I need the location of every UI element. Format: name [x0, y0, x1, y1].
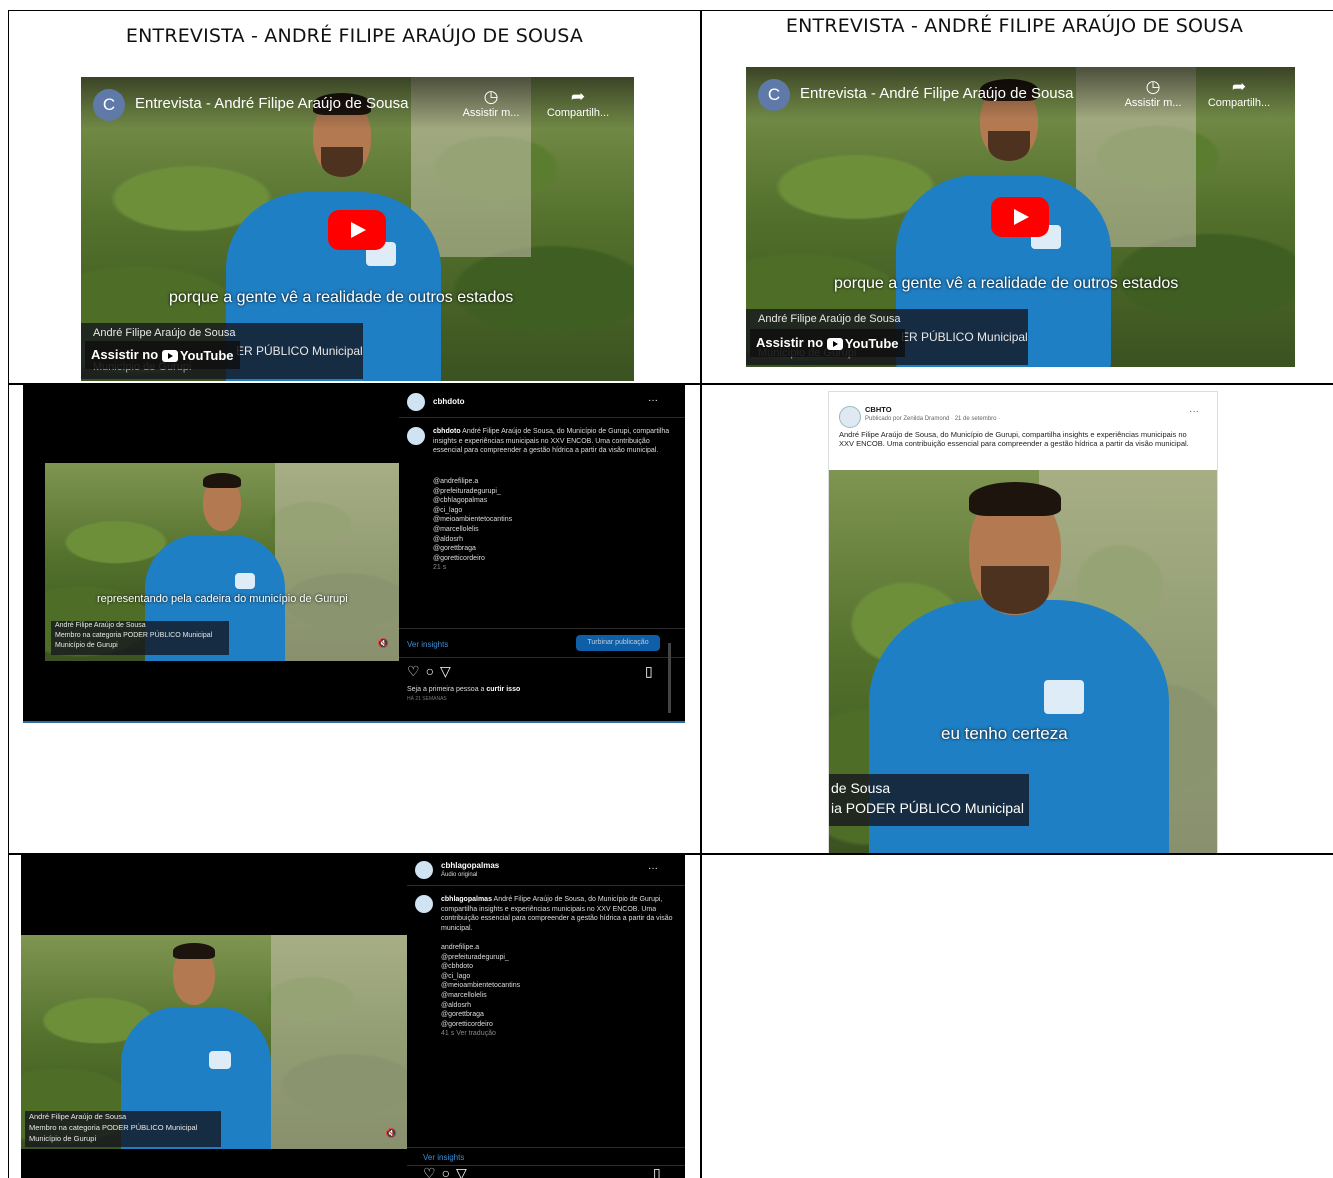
- watch-on-youtube-button[interactable]: Assistir no YouTube: [85, 341, 240, 369]
- tag-link[interactable]: @meioambientetocantins: [433, 515, 673, 525]
- youtube-player[interactable]: C Entrevista - André Filipe Araújo de So…: [81, 77, 634, 381]
- play-button[interactable]: [328, 210, 386, 250]
- action-icons: ♡○▽: [423, 1165, 473, 1178]
- likes-line: Seja a primeira pessoa a curtir isso: [407, 686, 521, 693]
- share-button[interactable]: ➦ Compartilh...: [1204, 77, 1274, 109]
- published-by: Publicado por Zenilda Dramond · 21 de se…: [865, 416, 1001, 422]
- translation-link[interactable]: Ver tradução: [456, 1030, 496, 1037]
- post-time: 21 s: [433, 564, 447, 572]
- tag-link[interactable]: @marcellolelis: [441, 991, 673, 1001]
- video-title[interactable]: Entrevista - André Filipe Araújo de Sous…: [800, 85, 1074, 102]
- channel-avatar[interactable]: C: [758, 79, 790, 111]
- channel-avatar[interactable]: C: [93, 89, 125, 121]
- tag-link[interactable]: @andrefilipe.a: [433, 477, 673, 487]
- avatar: [407, 427, 425, 445]
- tag-link[interactable]: @aldosrh: [441, 1001, 673, 1011]
- page-name[interactable]: CBHTO: [865, 405, 892, 414]
- lower-third: André Filipe Araújo de Sousa Membro na c…: [51, 621, 229, 655]
- share-button[interactable]: ➦ Compartilh...: [543, 87, 613, 119]
- send-icon[interactable]: ▽: [456, 1165, 473, 1178]
- comment-icon[interactable]: ○: [426, 663, 440, 679]
- clock-icon: ◷: [483, 87, 499, 106]
- post-caption: cbhdoto André Filipe Araújo de Sousa, do…: [433, 428, 670, 455]
- tag-link[interactable]: @aldosrh: [433, 535, 673, 545]
- youtube-player[interactable]: C Entrevista - André Filipe Araújo de So…: [746, 67, 1295, 367]
- tag-link[interactable]: @ci_lago: [433, 506, 673, 516]
- clock-icon: ◷: [1145, 77, 1161, 96]
- share-arrow-icon: ➦: [1231, 77, 1247, 96]
- watch-later-button[interactable]: ◷ Assistir m...: [456, 87, 526, 119]
- watch-on-youtube-button[interactable]: Assistir no YouTube: [750, 329, 905, 357]
- post-date: HÁ 21 SEMANAS: [407, 696, 447, 702]
- lower-third: de Sousa ia PODER PÚBLICO Municipal: [829, 774, 1029, 826]
- instagram-cell-1: representando pela cadeira do município …: [9, 385, 700, 853]
- youtube-embed-cell-2: ENTREVISTA - ANDRÉ FILIPE ARAÚJO DE SOUS…: [702, 11, 1333, 383]
- embed-heading: ENTREVISTA - ANDRÉ FILIPE ARAÚJO DE SOUS…: [125, 25, 584, 47]
- view-insights-link[interactable]: Ver insights: [407, 640, 448, 649]
- facebook-video[interactable]: eu tenho certeza de Sousa ia PODER PÚBLI…: [829, 470, 1217, 853]
- video-caption: eu tenho certeza: [941, 724, 1068, 743]
- action-icons: ♡○▽: [407, 663, 457, 680]
- view-insights-link[interactable]: Ver insights: [423, 1153, 464, 1162]
- mute-icon[interactable]: 🔇: [386, 1128, 397, 1139]
- video-caption: porque a gente vê a realidade de outros …: [834, 275, 1179, 292]
- tag-link[interactable]: @prefeituradegurupi_: [433, 487, 673, 497]
- heart-icon[interactable]: ♡: [423, 1165, 442, 1178]
- ig-username[interactable]: cbhlagopalmas: [441, 861, 499, 870]
- embed-heading: ENTREVISTA - ANDRÉ FILIPE ARAÚJO DE SOUS…: [785, 15, 1244, 37]
- tag-link[interactable]: @goretticordeiro: [441, 1020, 673, 1030]
- tag-link[interactable]: andrefilipe.a: [441, 943, 673, 953]
- tag-link[interactable]: @prefeituradegurupi_: [441, 953, 673, 963]
- instagram-post: representando pela cadeira do município …: [23, 385, 685, 721]
- underline: [23, 721, 685, 723]
- instagram-video[interactable]: representando pela cadeira do município …: [45, 463, 399, 661]
- bookmark-icon[interactable]: ▯: [653, 1165, 667, 1178]
- facebook-cell: CBHTO Publicado por Zenilda Dramond · 21…: [702, 385, 1333, 853]
- instagram-post: André Filipe Araújo de Sousa Membro na c…: [21, 855, 685, 1178]
- share-arrow-icon: ➦: [570, 87, 586, 106]
- instagram-cell-2: André Filipe Araújo de Sousa Membro na c…: [9, 855, 700, 1178]
- avatar: [415, 895, 433, 913]
- mute-icon[interactable]: 🔇: [378, 638, 389, 649]
- watch-later-button[interactable]: ◷ Assistir m...: [1118, 77, 1188, 109]
- tag-link[interactable]: @marcellolelis: [433, 525, 673, 535]
- tag-list: andrefilipe.a @prefeituradegurupi_ @cbhd…: [441, 943, 673, 1039]
- video-caption: representando pela cadeira do município …: [97, 593, 348, 605]
- youtube-embed-cell-1: ENTREVISTA - ANDRÉ FILIPE ARAÚJO DE SOUS…: [9, 11, 700, 383]
- youtube-logo-icon: YouTube: [161, 342, 234, 370]
- heart-icon[interactable]: ♡: [407, 663, 426, 679]
- avatar[interactable]: [415, 861, 433, 879]
- tag-link[interactable]: @cbhlagopalmas: [433, 496, 673, 506]
- comment-icon[interactable]: ○: [442, 1165, 456, 1178]
- avatar[interactable]: [407, 393, 425, 411]
- tag-list: @andrefilipe.a @prefeituradegurupi_ @cbh…: [433, 477, 673, 573]
- video-title[interactable]: Entrevista - André Filipe Araújo de Sous…: [135, 95, 409, 112]
- tag-link[interactable]: @ci_lago: [441, 972, 673, 982]
- scrollbar[interactable]: [668, 643, 671, 713]
- more-options-icon[interactable]: ···: [648, 395, 658, 406]
- tag-link[interactable]: @cbhdoto: [441, 962, 673, 972]
- ig-username[interactable]: cbhdoto: [433, 397, 465, 406]
- instagram-video[interactable]: André Filipe Araújo de Sousa Membro na c…: [21, 935, 407, 1149]
- lower-third: André Filipe Araújo de Sousa Membro na c…: [25, 1111, 221, 1147]
- send-icon[interactable]: ▽: [440, 663, 457, 679]
- tag-link[interactable]: @gorettbraga: [433, 544, 673, 554]
- youtube-logo-icon: YouTube: [826, 330, 899, 358]
- tag-link[interactable]: @goretticordeiro: [433, 554, 673, 564]
- more-options-icon[interactable]: ···: [1189, 406, 1199, 417]
- post-text: André Filipe Araújo de Sousa, do Municíp…: [839, 430, 1189, 448]
- audio-label[interactable]: Áudio original: [441, 871, 477, 881]
- boost-post-button[interactable]: Turbinar publicação: [576, 635, 660, 651]
- bookmark-icon[interactable]: ▯: [645, 663, 659, 680]
- video-caption: porque a gente vê a realidade de outros …: [169, 289, 514, 306]
- screenshot-grid: ENTREVISTA - ANDRÉ FILIPE ARAÚJO DE SOUS…: [8, 10, 1333, 1178]
- more-options-icon[interactable]: ···: [648, 863, 658, 874]
- post-caption: cbhlagopalmas André Filipe Araújo de Sou…: [441, 896, 673, 932]
- page-avatar[interactable]: [839, 406, 861, 428]
- tag-link[interactable]: @meioambientetocantins: [441, 981, 673, 991]
- facebook-post: CBHTO Publicado por Zenilda Dramond · 21…: [828, 391, 1218, 853]
- play-button[interactable]: [991, 197, 1049, 237]
- tag-link[interactable]: @gorettbraga: [441, 1010, 673, 1020]
- post-time: 41 s: [441, 1030, 455, 1038]
